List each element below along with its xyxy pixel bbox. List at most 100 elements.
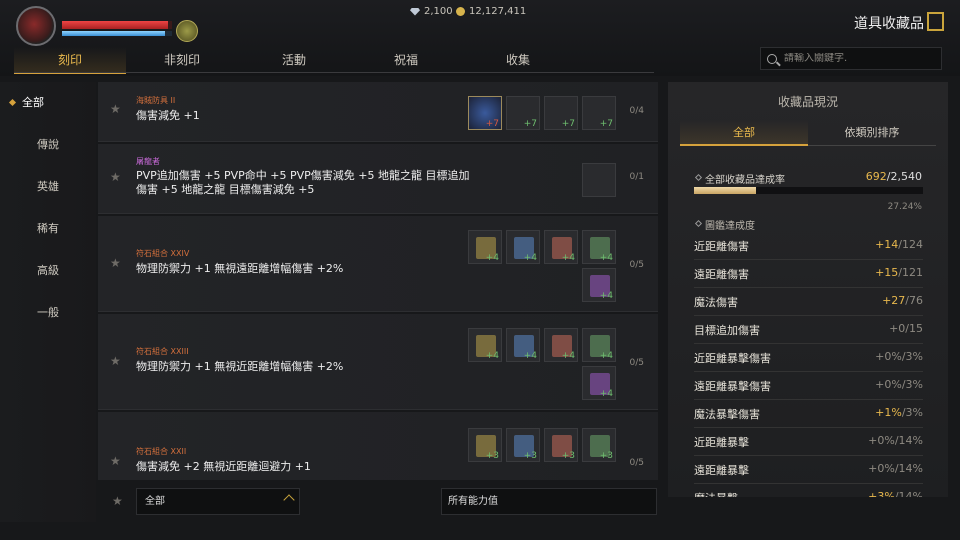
stat-row: 魔法暴擊傷害 +1%/3% [694, 400, 923, 428]
search-input[interactable] [784, 53, 924, 64]
rate-progress-bar [694, 187, 923, 194]
row-description: PVP追加傷害 +5 PVP命中 +5 PVP傷害減免 +5 地龍之龍 目標追加… [136, 169, 470, 196]
panel-title: 收藏品現況 [777, 95, 838, 109]
item-slots: +4 +4 +4 +4 +4 [460, 328, 616, 400]
stat-current: +15 [875, 266, 899, 279]
page-title: 道具收藏品 [854, 16, 924, 32]
item-slot[interactable]: +4 [506, 230, 540, 264]
tab-event[interactable]: 活動 [238, 47, 350, 73]
row-count: 0/5 [629, 458, 644, 468]
row-category: 符石組合 XXIII [136, 347, 189, 356]
stat-name: 遠距離傷害 [694, 268, 749, 281]
favorite-star-icon[interactable]: ★ [110, 170, 121, 184]
chevron-up-icon [283, 494, 295, 506]
favorite-star-icon[interactable]: ★ [110, 454, 121, 468]
tab-collect[interactable]: 收集 [462, 47, 574, 73]
item-slot[interactable]: +4 [468, 230, 502, 264]
list-item[interactable]: ★ 符石組合 XXII 傷害減免 +2 無視近距離迴避力 +1 +3 +3 +3… [98, 412, 658, 480]
list-item[interactable]: ★ 屠龍者 PVP追加傷害 +5 PVP命中 +5 PVP傷害減免 +5 地龍之… [98, 144, 658, 214]
stat-max: /3% [901, 350, 923, 363]
item-slots: +4 +4 +4 +4 +4 [460, 230, 616, 302]
exit-icon[interactable] [927, 12, 944, 31]
favorite-star-icon[interactable]: ★ [110, 354, 121, 368]
item-slot[interactable]: +4 [468, 328, 502, 362]
item-slot[interactable]: +4 [544, 328, 578, 362]
item-slot[interactable]: +4 [582, 366, 616, 400]
hp-bar [62, 21, 172, 29]
tab-engraved[interactable]: 刻印 [14, 47, 126, 74]
item-slot[interactable]: +4 [582, 268, 616, 302]
favorite-filter-star-icon[interactable]: ★ [112, 494, 123, 508]
stat-name: 魔法暴擊 [694, 490, 738, 497]
tab-blessing[interactable]: 祝福 [350, 47, 462, 73]
diamond-bullet-icon [694, 173, 703, 182]
row-count: 0/5 [629, 260, 644, 270]
sidebar-item-advanced[interactable]: 高級 [0, 250, 96, 292]
stat-current: +3% [868, 490, 895, 497]
stat-row: 遠距離暴擊傷害 +0%/3% [694, 372, 923, 400]
stat-max: /124 [898, 238, 923, 251]
row-count: 0/5 [629, 358, 644, 368]
list-item[interactable]: ★ 海賊防具 II 傷害減免 +1 +7 +7 +7 +7 0/4 [98, 82, 658, 142]
gem-icon [410, 7, 420, 16]
item-slot[interactable]: +7 [506, 96, 540, 130]
stat-value: +3%/14% [868, 490, 923, 497]
item-slot[interactable] [582, 163, 616, 197]
sidebar-item-rare[interactable]: 稀有 [0, 208, 96, 250]
item-slot[interactable]: +3 [582, 428, 616, 462]
item-slot[interactable]: +4 [582, 328, 616, 362]
mp-bar [62, 31, 172, 36]
row-count: 0/1 [629, 172, 644, 182]
item-slot[interactable]: +7 [544, 96, 578, 130]
gem-currency: 2,100 [410, 6, 453, 17]
stat-current: +0% [868, 462, 895, 475]
buff-icon[interactable] [176, 20, 198, 42]
item-slot[interactable]: +7 [468, 96, 502, 130]
stat-current: +14 [875, 238, 899, 251]
gem-amount: 2,100 [424, 6, 453, 17]
gold-amount: 12,127,411 [469, 6, 527, 17]
stat-max: /14% [894, 462, 923, 475]
stat-current: +0% [875, 350, 902, 363]
item-slots: +7 +7 +7 +7 [456, 96, 616, 130]
row-description: 物理防禦力 +1 無視近距離增幅傷害 +2% [136, 360, 344, 373]
item-slot[interactable]: +3 [506, 428, 540, 462]
favorite-star-icon[interactable]: ★ [110, 102, 121, 116]
item-slot[interactable]: +4 [582, 230, 616, 264]
item-slot[interactable]: +4 [506, 328, 540, 362]
stat-value: +0%/3% [875, 378, 923, 391]
search-box[interactable] [760, 47, 942, 70]
stat-name: 遠距離暴擊 [694, 464, 749, 477]
sidebar-item-all[interactable]: 全部 [0, 82, 96, 124]
rate-percent: 27.24% [887, 202, 922, 212]
rate-progress-fill [694, 187, 757, 194]
grade-filter-dropdown[interactable]: 全部 [136, 488, 300, 515]
stat-name: 近距離暴擊 [694, 436, 749, 449]
grade-filter-value: 全部 [145, 496, 165, 507]
list-item[interactable]: ★ 符石組合 XXIII 物理防禦力 +1 無視近距離增幅傷害 +2% +4 +… [98, 314, 658, 410]
character-avatar[interactable] [16, 6, 56, 46]
item-slot[interactable]: +7 [582, 96, 616, 130]
stat-value: +0%/14% [868, 462, 923, 475]
stat-filter-dropdown[interactable]: 所有能力值 [441, 488, 657, 515]
tab-non-engraved[interactable]: 非刻印 [126, 47, 238, 73]
row-category: 海賊防具 II [136, 96, 176, 105]
stat-max: /3% [901, 406, 923, 419]
stat-row: 近距離暴擊 +0%/14% [694, 428, 923, 456]
tab-panel-by-category[interactable]: 依類別排序 [808, 120, 936, 146]
row-category: 屠龍者 [136, 157, 160, 166]
tab-panel-all[interactable]: 全部 [680, 120, 808, 146]
sidebar-item-heroic[interactable]: 英雄 [0, 166, 96, 208]
list-item[interactable]: ★ 符石組合 XXIV 物理防禦力 +1 無視遠距離增幅傷害 +2% +4 +4… [98, 216, 658, 312]
stat-max: /121 [898, 266, 923, 279]
stat-row: 遠距離暴擊 +0%/14% [694, 456, 923, 484]
stat-value: +1%/3% [875, 406, 923, 419]
favorite-star-icon[interactable]: ★ [110, 256, 121, 270]
item-slot[interactable]: +4 [544, 230, 578, 264]
stat-name: 魔法暴擊傷害 [694, 408, 760, 421]
item-slot[interactable]: +3 [468, 428, 502, 462]
stat-value: +0%/14% [868, 434, 923, 447]
sidebar-item-legendary[interactable]: 傳說 [0, 124, 96, 166]
item-slot[interactable]: +3 [544, 428, 578, 462]
sidebar-item-normal[interactable]: 一般 [0, 292, 96, 334]
